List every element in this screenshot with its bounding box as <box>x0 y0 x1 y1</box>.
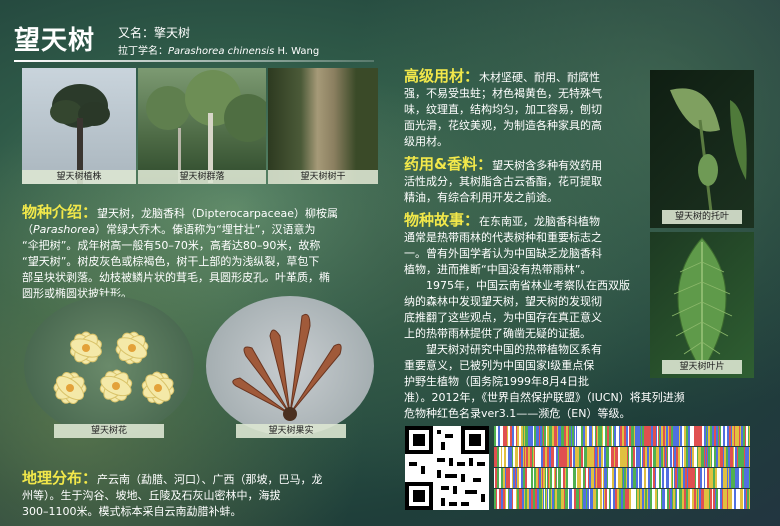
timber-line5: 级用材。 <box>404 135 448 148</box>
latin-prefix: 拉丁学名： <box>118 46 168 57</box>
photo-stipule: 望天树的托叶 <box>650 70 754 228</box>
species-intro-line3: “伞把树”。成年树高一般有50–70米，高者达80–90米，故称 <box>22 239 321 252</box>
species-intro-line2b: ）常绿大乔木。傣语称为“埋甘壮”，汉语意为 <box>95 223 316 236</box>
caption-tree-community: 望天树群落 <box>138 170 266 184</box>
species-intro-line5: 部呈块状剥落。幼枝被鳞片状的茸毛，具圆形皮孔。叶革质，椭 <box>22 271 330 284</box>
story-line6: 纳的森林中发现望天树，望天树的发现彻 <box>404 295 602 308</box>
stipule-image <box>670 88 747 221</box>
dna-barcode <box>494 426 751 510</box>
caption-tree-plant: 望天树植株 <box>22 170 136 184</box>
distribution-line2: 州等）。生于沟谷、坡地、丘陵及石灰山密林中，海拔 <box>22 489 281 502</box>
photo-flower <box>24 296 194 436</box>
caption-flower: 望天树花 <box>54 424 164 438</box>
story-line2: 通常是热带雨林的代表树种和重要标志之 <box>404 231 602 244</box>
photo-leaf: 望天树叶片 <box>650 232 754 378</box>
latin-name: Parashorea chinensis <box>168 46 275 57</box>
photo-fruit <box>206 296 374 436</box>
species-intro-line4: “望天树”。树皮灰色或棕褐色，树干上部的为浅纵裂，草包下 <box>22 255 320 268</box>
photo-tree-trunk: 望天树树干 <box>268 68 378 184</box>
caption-tree-trunk: 望天树树干 <box>268 170 378 184</box>
medicinal-section: 药用&香料：望天树含多种有效药用 活性成分，其树脂含古云香酯，花可提取 精油，有… <box>404 156 646 206</box>
dna-barcode-image <box>494 426 751 509</box>
story-heading: 物种故事： <box>404 211 480 229</box>
header-divider <box>14 60 374 62</box>
story-line5: 1975年，中国云南省林业考察队在西双版 <box>426 279 630 292</box>
timber-line4: 面光滑，花纹美观，为制造各种家具的高 <box>404 119 602 132</box>
story-line13: 危物种红色名录ver3.1——濒危（EN）等级。 <box>404 407 631 420</box>
story-line8: 上的热带雨林提供了确凿无疑的证据。 <box>404 327 591 340</box>
story-line11: 护野生植物（国务院1999年8月4日批 <box>404 375 589 388</box>
latin-name-line: 拉丁学名：Parashorea chinensis H. Wang <box>118 42 319 57</box>
timber-section: 高级用材：木材坚硬、耐用、耐腐性 强，不易受虫蛀；材色褐黄色，无特殊气 味，纹理… <box>404 68 646 150</box>
latin-author: H. Wang <box>274 46 320 57</box>
leaf-image <box>671 237 733 373</box>
page-title: 望天树 <box>14 26 96 56</box>
species-intro-line6: 圆形或椭圆状披针形。 <box>22 287 132 300</box>
story-line9: 望天树对研究中国的热带植物区系有 <box>426 343 602 356</box>
photo-tree-community: 望天树群落 <box>138 68 266 184</box>
distribution: 地理分布：产云南（勐腊、河口）、广西（那坡，巴马，龙 州等）。生于沟谷、坡地、丘… <box>22 470 384 520</box>
story-line7: 底推翻了这些观点，为中国存在真正意义 <box>404 311 602 324</box>
photo-tree-plant: 望天树植株 <box>22 68 136 184</box>
medicinal-line2: 活性成分，其树脂含古云香酯，花可提取 <box>404 175 602 188</box>
story-line10: 重要意义，已被列为中国国家Ⅰ级重点保 <box>404 359 595 372</box>
forest-image <box>146 70 266 183</box>
qr-code[interactable] <box>405 426 489 510</box>
species-intro: 物种介绍：望天树，龙脑香科（Dipterocarpaceae）柳桉属 （Para… <box>22 204 382 302</box>
story-line12: 准）。2012年，《世界自然保护联盟》（IUCN）将其列进濒 <box>404 391 685 404</box>
tree-silhouette-image <box>50 84 110 184</box>
distribution-line3: 300–1100米。模式标本采自云南勐腊补蚌。 <box>22 505 242 518</box>
alias-label: 又名：擎天树 <box>118 26 191 40</box>
caption-stipule: 望天树的托叶 <box>662 210 742 224</box>
timber-heading: 高级用材： <box>404 67 480 85</box>
species-intro-line2a: （ <box>22 223 33 236</box>
species-intro-heading: 物种介绍： <box>22 203 98 221</box>
story-line4: 植物，进而推断“中国没有热带雨林”。 <box>404 263 592 276</box>
qr-code-image <box>405 426 489 510</box>
medicinal-line3: 精油，有综合利用开发之前途。 <box>404 191 558 204</box>
species-intro-line1: 望天树，龙脑香科（Dipterocarpaceae）柳桉属 <box>97 207 338 220</box>
story-line1: 在东南亚，龙脑香科植物 <box>479 215 601 228</box>
species-intro-genus: Parashorea <box>33 223 96 236</box>
caption-leaf: 望天树叶片 <box>662 360 742 374</box>
medicinal-line1: 望天树含多种有效药用 <box>492 159 603 172</box>
timber-line2: 强，不易受虫蛀；材色褐黄色，无特殊气 <box>404 87 602 100</box>
timber-line3: 味，纹理直，结构均匀，加工容易，刨切 <box>404 103 602 116</box>
timber-line1: 木材坚硬、耐用、耐腐性 <box>479 71 601 84</box>
caption-fruit: 望天树果实 <box>236 424 346 438</box>
medicinal-heading: 药用&香料： <box>404 155 493 173</box>
flower-image <box>53 331 175 405</box>
distribution-line1: 产云南（勐腊、河口）、广西（那坡，巴马，龙 <box>97 473 323 486</box>
header: 望天树 又名：擎天树 拉丁学名：Parashorea chinensis H. … <box>14 18 384 58</box>
fruit-image <box>232 313 342 421</box>
distribution-heading: 地理分布： <box>22 469 98 487</box>
story-line3: 一。曾有外国学者认为中国缺乏龙脑香科 <box>404 247 602 260</box>
